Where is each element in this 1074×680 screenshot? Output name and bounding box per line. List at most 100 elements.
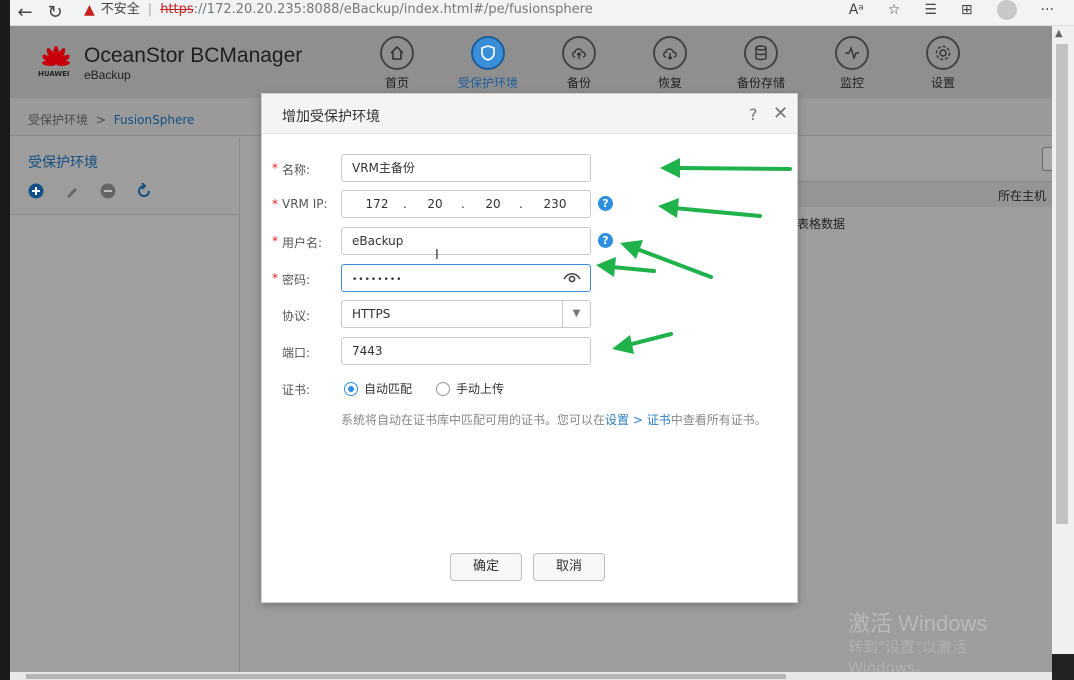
favorites-icon[interactable]: ☰ bbox=[924, 2, 937, 18]
radio-unselected-icon[interactable] bbox=[436, 381, 451, 396]
password-mask: •••••••• bbox=[352, 275, 403, 285]
scroll-corner bbox=[1052, 654, 1074, 680]
sidebar-title: 受保护环境 bbox=[28, 155, 98, 171]
note-prefix: 系统将自动在证书库中匹配可用的证书。您可以在 bbox=[341, 413, 606, 427]
settings-link[interactable]: 设置 bbox=[605, 413, 629, 427]
protocol-select[interactable]: HTTPS ▼ bbox=[341, 300, 591, 328]
eye-icon[interactable] bbox=[562, 269, 582, 287]
text-cursor-icon: I bbox=[435, 248, 439, 263]
nav-label: 受保护环境 bbox=[457, 76, 518, 90]
column-host[interactable]: 所在主机 bbox=[998, 187, 1046, 204]
app-header: HUAWEI OceanStor BCManager eBackup 首页 受保… bbox=[10, 26, 1052, 98]
port-input[interactable]: 7443 bbox=[341, 337, 591, 365]
add-protected-env-dialog: 增加受保护环境 ? ✕ * 名称: VRM主备份 * VRM IP: 172 .… bbox=[261, 93, 798, 603]
home-icon bbox=[380, 36, 414, 70]
username-input[interactable]: eBackup bbox=[341, 227, 591, 255]
help-icon[interactable]: ? bbox=[598, 196, 613, 211]
nav-backup-storage[interactable]: 备份存储 bbox=[721, 36, 801, 91]
nav-label: 备份存储 bbox=[736, 76, 785, 90]
browser-toolbar: ← ↻ ▲ 不安全 | https ://172.20.20.235:8088/… bbox=[10, 0, 1074, 26]
scroll-thumb[interactable] bbox=[1056, 44, 1068, 524]
note-suffix: 中查看所有证书。 bbox=[670, 413, 767, 427]
refresh-icon[interactable] bbox=[136, 183, 152, 199]
note-separator: > bbox=[629, 413, 647, 427]
help-icon[interactable]: ? bbox=[598, 233, 613, 248]
cert-note: 系统将自动在证书库中匹配可用的证书。您可以在设置 > 证书中查看所有证书。 bbox=[341, 412, 781, 429]
protocol-value: HTTPS bbox=[352, 307, 391, 321]
horizontal-scrollbar[interactable] bbox=[10, 672, 1052, 680]
ip-octet[interactable]: 230 bbox=[538, 191, 572, 217]
address-bar[interactable]: ▲ 不安全 | https ://172.20.20.235:8088/eBac… bbox=[84, 2, 593, 24]
help-icon[interactable]: ? bbox=[749, 105, 758, 124]
browser-actions: Aᵃ ☆ ☰ ⊞ ··· bbox=[849, 0, 1054, 20]
field-label: 密码: bbox=[282, 273, 311, 287]
radio-label: 自动匹配 bbox=[364, 382, 413, 396]
nav-backup[interactable]: 备份 bbox=[539, 36, 619, 91]
sidebar-toolbar bbox=[28, 183, 152, 199]
reload-icon[interactable]: ↻ bbox=[40, 2, 70, 24]
more-icon[interactable]: ··· bbox=[1041, 2, 1054, 18]
nav-label: 首页 bbox=[384, 76, 409, 90]
add-icon[interactable] bbox=[28, 183, 44, 199]
dialog-title: 增加受保护环境 bbox=[282, 109, 380, 125]
chevron-down-icon[interactable]: ▼ bbox=[562, 301, 590, 327]
nav-monitor[interactable]: 监控 bbox=[812, 36, 892, 91]
field-port: 端口: 7443 bbox=[262, 337, 797, 367]
collections-icon[interactable]: ⊞ bbox=[961, 2, 973, 18]
vertical-scrollbar[interactable]: ▲ bbox=[1052, 26, 1074, 680]
field-label: 端口: bbox=[282, 346, 311, 360]
scroll-up-icon[interactable]: ▲ bbox=[1055, 28, 1063, 39]
breadcrumb-trail: 受保护环境 > FusionSphere bbox=[28, 111, 194, 128]
gear-icon bbox=[926, 36, 960, 70]
cancel-button[interactable]: 取消 bbox=[533, 553, 605, 581]
required-mark: * bbox=[272, 271, 278, 285]
edit-icon[interactable] bbox=[64, 183, 80, 199]
breadcrumb-current: FusionSphere bbox=[113, 113, 195, 127]
warning-triangle-icon[interactable]: ▲ bbox=[84, 2, 95, 18]
field-label: 用户名: bbox=[282, 236, 323, 250]
cloud-upload-icon bbox=[562, 36, 596, 70]
ip-octet[interactable]: 20 bbox=[418, 191, 452, 217]
favorite-add-icon[interactable]: ☆ bbox=[888, 2, 901, 18]
read-aloud-icon[interactable]: Aᵃ bbox=[849, 2, 864, 18]
nav-protected-env[interactable]: 受保护环境 bbox=[448, 36, 528, 91]
profile-avatar-icon[interactable] bbox=[996, 0, 1017, 20]
field-name: * 名称: VRM主备份 bbox=[262, 154, 797, 184]
certificate-link[interactable]: 证书 bbox=[647, 413, 671, 427]
sidebar: 受保护环境 bbox=[10, 137, 240, 680]
required-mark: * bbox=[272, 197, 278, 211]
nav-label: 恢复 bbox=[657, 76, 682, 90]
ip-dot: . bbox=[519, 197, 523, 211]
back-icon[interactable]: ← bbox=[10, 2, 40, 24]
url-scheme: https bbox=[160, 1, 194, 17]
breadcrumb-root[interactable]: 受保护环境 bbox=[28, 113, 88, 127]
table-empty-text: 表格数据 bbox=[797, 217, 846, 231]
ip-dot: . bbox=[461, 197, 465, 211]
database-icon bbox=[744, 36, 778, 70]
search-input[interactable] bbox=[1042, 147, 1052, 171]
ok-button[interactable]: 确定 bbox=[450, 553, 522, 581]
vrm-ip-input[interactable]: 172 . 20 . 20 . 230 bbox=[341, 190, 591, 218]
nav-settings[interactable]: 设置 bbox=[903, 36, 983, 91]
environment-tree[interactable] bbox=[10, 214, 239, 680]
cert-auto-radio[interactable]: 自动匹配 bbox=[344, 380, 412, 397]
remove-icon[interactable] bbox=[100, 183, 116, 199]
radio-label: 手动上传 bbox=[456, 382, 505, 396]
field-label: 名称: bbox=[282, 163, 311, 177]
security-status[interactable]: 不安全 bbox=[101, 2, 140, 18]
close-icon[interactable]: ✕ bbox=[773, 103, 788, 124]
name-input[interactable]: VRM主备份 bbox=[341, 154, 591, 182]
ip-octet[interactable]: 172 bbox=[360, 191, 394, 217]
radio-selected-icon[interactable] bbox=[344, 381, 358, 396]
password-input[interactable]: •••••••• bbox=[341, 264, 591, 292]
cert-radio-group: 自动匹配 手动上传 bbox=[344, 380, 504, 397]
nav-home[interactable]: 首页 bbox=[357, 36, 437, 91]
scroll-thumb[interactable] bbox=[26, 674, 786, 679]
nav-restore[interactable]: 恢复 bbox=[630, 36, 710, 91]
field-username: * 用户名: eBackup ? bbox=[262, 227, 797, 257]
cloud-download-icon bbox=[653, 36, 687, 70]
ip-octet[interactable]: 20 bbox=[476, 191, 510, 217]
nav-label: 监控 bbox=[839, 76, 864, 90]
cert-manual-radio[interactable]: 手动上传 bbox=[436, 380, 504, 397]
product-sub: eBackup bbox=[84, 68, 131, 82]
